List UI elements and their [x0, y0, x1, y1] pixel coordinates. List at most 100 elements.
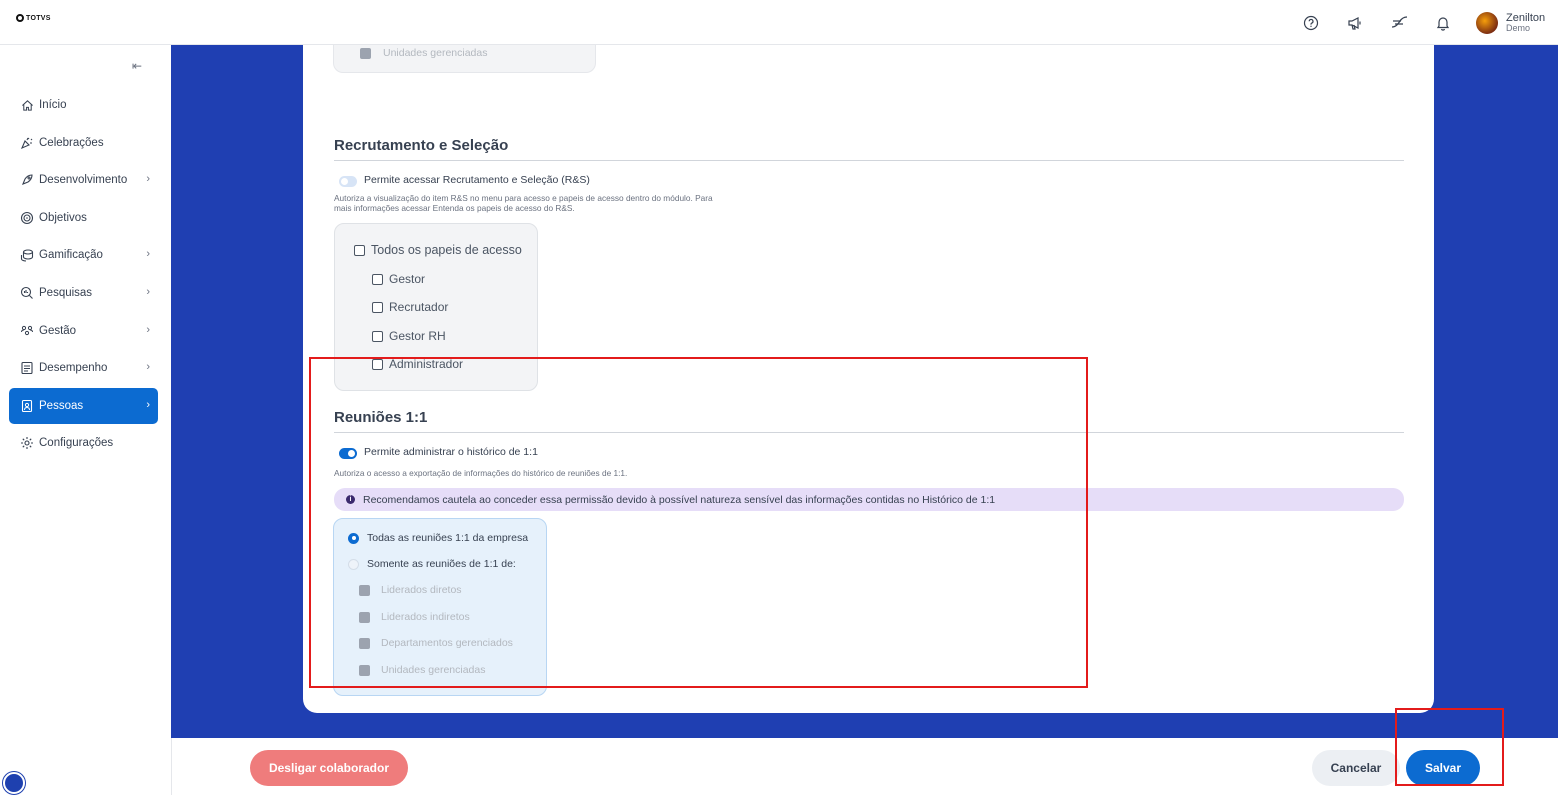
sidebar-nav: Início Celebrações Desenvolvimento › Obj… — [9, 87, 158, 463]
sidebar-item-pessoas[interactable]: Pessoas › — [9, 387, 158, 424]
checkbox[interactable] — [372, 358, 383, 370]
radio-selected[interactable] — [348, 532, 359, 544]
megaphone-icon[interactable] — [1344, 12, 1366, 34]
checkbox-disabled — [359, 637, 370, 649]
checkbox-role-recrutador[interactable]: Recrutador — [372, 300, 448, 314]
user-menu[interactable]: Zenilton Demo — [1476, 11, 1558, 34]
checkbox[interactable] — [372, 273, 383, 285]
sidebar-item-objetivos[interactable]: Objetivos — [9, 200, 158, 236]
sidebar-item-label: Celebrações — [39, 136, 104, 149]
logo-mark-icon — [16, 14, 24, 22]
description-line: mais informações acessar Entenda os pape… — [334, 202, 575, 213]
divider — [334, 160, 1404, 161]
sidebar-item-gamificacao[interactable]: Gamificação › — [9, 237, 158, 273]
sidebar: ⇤ Início Celebrações Desenvolvimento › O… — [0, 45, 171, 795]
target-icon — [19, 210, 35, 226]
meetings-toggle[interactable] — [339, 448, 357, 459]
sidebar-item-celebracoes[interactable]: Celebrações — [9, 125, 158, 161]
chevron-right-icon: › — [146, 398, 150, 411]
divider — [334, 432, 1404, 433]
performance-icon — [19, 360, 35, 376]
radio-only-meetings[interactable]: Somente as reuniões de 1:1 de: — [348, 558, 516, 570]
cancel-button[interactable]: Cancelar — [1312, 750, 1400, 786]
checkbox-disabled — [359, 584, 370, 596]
sidebar-item-label: Objetivos — [39, 211, 87, 224]
checkbox-departamentos: Departamentos gerenciados — [359, 637, 513, 649]
main-area: Unidades gerenciadas Recrutamento e Sele… — [171, 45, 1558, 738]
warning-alert: i Recomendamos cautela ao conceder essa … — [334, 488, 1404, 511]
meetings-options-box: Todas as reuniões 1:1 da empresa Somente… — [333, 518, 547, 696]
people-icon — [19, 323, 35, 339]
checkbox-label: Todos os papeis de acesso — [371, 243, 522, 257]
home-icon — [19, 97, 35, 113]
checkbox-label: Unidades gerenciadas — [381, 664, 486, 676]
chevron-right-icon: › — [146, 323, 150, 336]
checkbox-label: Liderados diretos — [381, 584, 462, 596]
totvs-logo[interactable]: TOTVS — [16, 14, 51, 22]
help-icon[interactable] — [1300, 12, 1322, 34]
checkbox-label: Gestor RH — [389, 329, 446, 343]
user-name: Zenilton — [1506, 11, 1546, 24]
radio-unselected[interactable] — [348, 558, 359, 570]
sidebar-item-configuracoes[interactable]: Configurações — [9, 425, 158, 461]
checkbox-all-roles[interactable]: Todos os papeis de acesso — [354, 243, 522, 257]
checkbox-disabled — [360, 47, 371, 59]
checkbox-liderados-indiretos: Liderados indiretos — [359, 611, 470, 623]
sidebar-item-label: Gamificação — [39, 249, 103, 262]
footer-actions: Desligar colaborador Cancelar Salvar — [171, 738, 1558, 795]
permissions-card: Unidades gerenciadas Recrutamento e Sele… — [303, 45, 1434, 713]
list-item: Unidades gerenciadas — [360, 47, 488, 59]
meetings-description: Autoriza o acesso a exportação de inform… — [334, 468, 628, 478]
sidebar-item-label: Início — [39, 99, 67, 111]
checkbox-disabled — [359, 611, 370, 623]
roles-box: Todos os papeis de acesso Gestor Recruta… — [334, 223, 538, 391]
sidebar-item-pesquisas[interactable]: Pesquisas › — [9, 275, 158, 311]
help-chat-icon[interactable] — [3, 772, 25, 794]
radio-all-meetings[interactable]: Todas as reuniões 1:1 da empresa — [348, 532, 528, 544]
chevron-right-icon: › — [146, 173, 150, 186]
feedback-icon[interactable] — [1388, 12, 1410, 34]
sidebar-item-desempenho[interactable]: Desempenho › — [9, 350, 158, 386]
bell-icon[interactable] — [1432, 12, 1454, 34]
sidebar-item-inicio[interactable]: Início — [9, 87, 158, 123]
dismiss-employee-button[interactable]: Desligar colaborador — [250, 750, 408, 786]
section-title-recruitment: Recrutamento e Seleção — [334, 137, 509, 154]
checkbox-role-gestor[interactable]: Gestor — [372, 272, 425, 286]
chevron-right-icon: › — [146, 248, 150, 261]
checkbox[interactable] — [372, 330, 383, 342]
checkbox-label: Recrutador — [389, 300, 449, 314]
checkbox-unidades: Unidades gerenciadas — [359, 664, 486, 676]
header-actions: Zenilton Demo — [1300, 0, 1558, 45]
chevron-right-icon: › — [146, 285, 150, 298]
sidebar-item-label: Gestão — [39, 324, 77, 337]
checkbox-role-administrador[interactable]: Administrador — [372, 357, 463, 371]
checkbox-liderados-diretos: Liderados diretos — [359, 584, 462, 596]
person-badge-icon — [19, 398, 35, 414]
sidebar-item-gestao[interactable]: Gestão › — [9, 313, 158, 349]
top-bar: TOTVS Zenilton Demo — [0, 0, 1558, 45]
info-icon: i — [346, 495, 355, 504]
recruitment-description: Autoriza a visualização do item R&S no m… — [334, 193, 713, 213]
chevron-right-icon: › — [146, 361, 150, 374]
logo-text: TOTVS — [26, 14, 51, 22]
user-subtitle: Demo — [1506, 22, 1531, 33]
sidebar-item-desenvolvimento[interactable]: Desenvolvimento › — [9, 162, 158, 198]
section-title-meetings: Reuniões 1:1 — [334, 409, 428, 426]
checkbox-label: Liderados indiretos — [381, 611, 470, 623]
radio-label: Somente as reuniões de 1:1 de: — [367, 558, 516, 570]
checkbox[interactable] — [372, 301, 383, 313]
avatar — [1476, 11, 1498, 34]
checkbox-role-gestor-rh[interactable]: Gestor RH — [372, 329, 446, 343]
checkbox-label: Departamentos gerenciados — [381, 637, 513, 649]
collapse-left-icon[interactable]: ⇤ — [132, 59, 142, 73]
rocket-icon — [19, 172, 35, 188]
recruitment-toggle-label: Permite acessar Recrutamento e Seleção (… — [364, 174, 590, 186]
recruitment-toggle[interactable] — [339, 176, 357, 187]
sidebar-item-label: Pessoas — [39, 399, 84, 412]
sidebar-item-label: Pesquisas — [39, 286, 93, 299]
checkbox[interactable] — [354, 244, 365, 256]
sidebar-item-label: Desenvolvimento — [39, 174, 128, 187]
save-button[interactable]: Salvar — [1406, 750, 1480, 786]
checkbox-disabled — [359, 664, 370, 676]
sidebar-item-label: Desempenho — [39, 362, 108, 375]
